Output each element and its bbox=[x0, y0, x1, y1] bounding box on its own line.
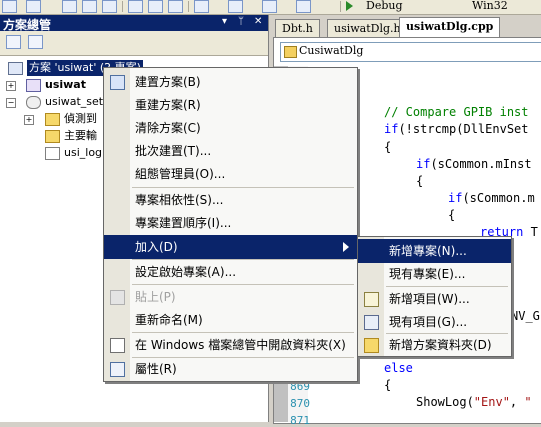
menu-item-batch-build[interactable]: 批次建置(T)... bbox=[104, 139, 357, 163]
new-item-icon bbox=[364, 292, 379, 307]
new-project-icon[interactable] bbox=[2, 0, 17, 13]
close-icon[interactable]: ✕ bbox=[254, 16, 262, 27]
open-file-icon[interactable] bbox=[62, 0, 77, 13]
menu-item-rebuild-solution[interactable]: 重建方案(R) bbox=[104, 93, 357, 117]
paste-toolbar-icon[interactable] bbox=[168, 0, 183, 13]
code-line: { bbox=[384, 140, 392, 154]
save-icon[interactable] bbox=[82, 0, 97, 13]
submenu-item-new-project[interactable]: 新增專案(N)... bbox=[358, 239, 511, 263]
class-dropdown-value: CusiwatDlg bbox=[299, 44, 364, 57]
start-debug-icon[interactable] bbox=[346, 1, 353, 11]
code-line: if(sCommon.m bbox=[448, 191, 535, 205]
collapse-icon[interactable]: + bbox=[6, 81, 16, 91]
submenu-arrow-icon bbox=[343, 242, 349, 252]
submenu-item-existing-project[interactable]: 現有專案(E)... bbox=[358, 262, 511, 286]
menu-item-build-solution[interactable]: 建置方案(B) bbox=[104, 70, 357, 94]
submenu-item-new-solution-folder[interactable]: 新增方案資料夾(D) bbox=[358, 333, 511, 357]
tab-usiwatdlg-h[interactable]: usiwatDlg.h bbox=[327, 19, 408, 37]
code-line: ShowLog("Env", " bbox=[416, 395, 532, 409]
menu-item-rename[interactable]: 重新命名(M) bbox=[104, 308, 357, 332]
code-line: else bbox=[384, 361, 413, 375]
menu-item-add[interactable]: 加入(D) bbox=[104, 235, 357, 259]
code-line: if(!strcmp(DllEnvSet bbox=[384, 122, 529, 136]
menu-item-set-startup-projects[interactable]: 設定啟始專案(A)... bbox=[104, 260, 357, 284]
class-icon bbox=[284, 46, 297, 58]
main-toolbar: Debug Win32 bbox=[0, 0, 541, 15]
line-number: 871 bbox=[290, 414, 310, 427]
menu-item-open-in-explorer[interactable]: 在 Windows 檔案總管中開啟資料夾(X) bbox=[104, 333, 357, 357]
paste-icon bbox=[110, 290, 125, 305]
solution-config-dropdown[interactable]: Debug bbox=[366, 0, 403, 12]
cpp-project-icon bbox=[26, 79, 41, 92]
properties-icon bbox=[110, 362, 125, 377]
code-line: { bbox=[448, 208, 456, 222]
setup-project-icon bbox=[26, 96, 41, 109]
existing-item-icon bbox=[364, 315, 379, 330]
menu-item-properties[interactable]: 屬性(R) bbox=[104, 357, 357, 381]
menu-item-project-dependencies[interactable]: 專案相依性(S)... bbox=[104, 188, 357, 212]
menu-item-configuration-manager[interactable]: 組態管理員(O)... bbox=[104, 162, 357, 186]
menu-item-paste[interactable]: 貼上(P) bbox=[104, 285, 357, 309]
properties-toolbar-icon[interactable] bbox=[6, 35, 21, 49]
auto-hide-pin-icon[interactable]: ᛘ bbox=[238, 16, 244, 27]
tab-dbt-h[interactable]: Dbt.h bbox=[275, 19, 320, 37]
save-all-icon[interactable] bbox=[102, 0, 117, 13]
platform-dropdown[interactable]: Win32 bbox=[472, 0, 508, 12]
tree-item-label: 主要輸 bbox=[64, 129, 97, 142]
solution-icon bbox=[8, 62, 23, 75]
solution-explorer-toolbar bbox=[0, 31, 268, 56]
window-position-icon[interactable]: ▾ bbox=[222, 16, 227, 27]
build-icon bbox=[110, 75, 125, 90]
submenu-item-new-item[interactable]: 新增項目(W)... bbox=[358, 287, 511, 311]
navigate-forward-icon[interactable] bbox=[296, 0, 311, 13]
project-label: usiwat bbox=[45, 78, 86, 91]
redo-icon[interactable] bbox=[228, 0, 243, 13]
folder-icon bbox=[45, 113, 60, 126]
code-line: NV_G bbox=[511, 309, 540, 323]
tree-item-label: 偵測到 bbox=[64, 112, 97, 125]
menu-item-clean-solution[interactable]: 清除方案(C) bbox=[104, 116, 357, 140]
solution-explorer-title-bar: 方案總管 ▾ ᛘ ✕ bbox=[0, 15, 268, 32]
open-folder-icon bbox=[110, 338, 125, 353]
line-number: 870 bbox=[290, 397, 310, 410]
solution-context-menu: 建置方案(B) 重建方案(R) 清除方案(C) 批次建置(T)... 組態管理員… bbox=[103, 67, 358, 382]
add-submenu: 新增專案(N)... 現有專案(E)... 新增項目(W)... 現有項目(G)… bbox=[357, 236, 512, 357]
collapse-icon[interactable]: − bbox=[6, 98, 16, 108]
code-line: if(sCommon.mInst bbox=[416, 157, 532, 171]
tree-item-label: usi_log bbox=[64, 146, 103, 159]
code-line: // Compare GPIB inst bbox=[384, 105, 529, 119]
menu-item-build-order[interactable]: 專案建置順序(I)... bbox=[104, 211, 357, 235]
code-line: { bbox=[416, 174, 424, 188]
code-line: { bbox=[384, 378, 392, 392]
expand-icon[interactable]: + bbox=[24, 115, 34, 125]
file-icon bbox=[45, 147, 60, 160]
undo-icon[interactable] bbox=[194, 0, 209, 13]
navigate-back-icon[interactable] bbox=[262, 0, 277, 13]
tab-usiwatdlg-cpp[interactable]: usiwatDlg.cpp bbox=[399, 17, 501, 37]
copy-icon[interactable] bbox=[148, 0, 163, 13]
solution-folder-icon bbox=[364, 338, 379, 353]
cut-icon[interactable] bbox=[128, 0, 143, 13]
add-item-icon[interactable] bbox=[26, 0, 41, 13]
folder-icon bbox=[45, 130, 60, 143]
class-dropdown[interactable]: CusiwatDlg bbox=[280, 42, 541, 62]
show-all-files-icon[interactable] bbox=[28, 35, 43, 49]
submenu-item-existing-item[interactable]: 現有項目(G)... bbox=[358, 310, 511, 334]
